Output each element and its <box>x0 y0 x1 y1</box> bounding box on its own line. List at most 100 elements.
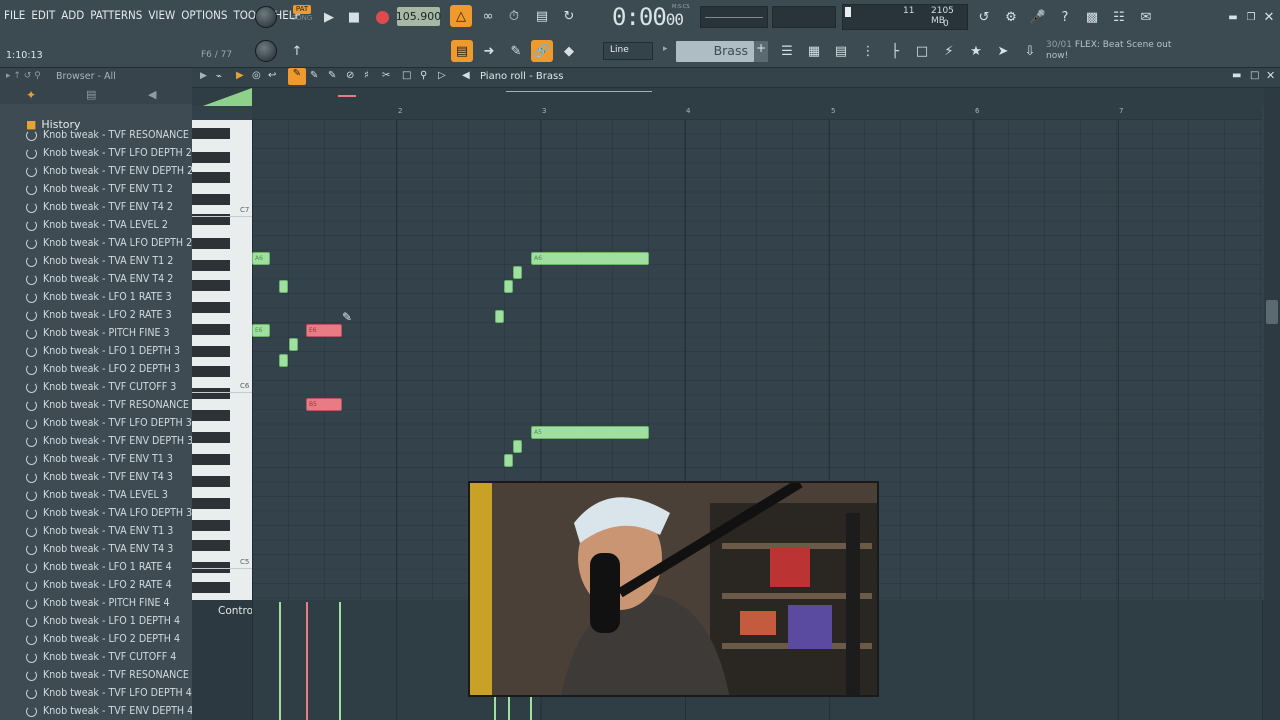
midi-note[interactable] <box>504 454 513 467</box>
history-item[interactable]: Knob tweak - LFO 2 DEPTH 3 <box>26 360 180 378</box>
history-item[interactable]: Knob tweak - TVA ENV T1 3 <box>26 522 173 540</box>
channel-selector[interactable]: Brass <box>676 41 754 62</box>
loop-icon[interactable]: ↩ <box>268 70 276 81</box>
history-item[interactable]: Knob tweak - TVA ENV T4 2 <box>26 270 173 288</box>
close-icon[interactable]: ✕ <box>1258 6 1280 28</box>
menu-patterns[interactable]: PATTERNS <box>90 8 142 26</box>
overview-strip[interactable] <box>192 88 1280 106</box>
pencil-icon[interactable]: ✎ <box>505 40 527 62</box>
history-item[interactable]: Knob tweak - LFO 1 DEPTH 3 <box>26 342 180 360</box>
black-key[interactable] <box>192 238 230 249</box>
metronome-icon[interactable]: △ <box>450 5 472 27</box>
black-key[interactable] <box>192 582 230 593</box>
help-icon[interactable]: ? <box>1054 6 1076 28</box>
loop-record-icon[interactable]: ↻ <box>558 5 580 27</box>
channel-add-button[interactable]: + <box>754 41 768 62</box>
black-key[interactable] <box>192 324 230 335</box>
velocity-bar[interactable] <box>508 696 510 720</box>
delete-tool-icon[interactable]: ⊘ <box>346 70 354 81</box>
zoom-tool-icon[interactable]: ⚲ <box>420 70 427 81</box>
history-item[interactable]: Knob tweak - LFO 1 RATE 4 <box>26 558 172 576</box>
black-key[interactable] <box>192 454 230 465</box>
black-key[interactable] <box>192 152 230 163</box>
menu-add[interactable]: ADD <box>61 8 84 26</box>
midi-note[interactable] <box>279 280 288 293</box>
mixer-faders-icon[interactable]: ⋮ <box>857 40 879 62</box>
history-item[interactable]: Knob tweak - LFO 2 RATE 3 <box>26 306 172 324</box>
pr-maximize-icon[interactable]: □ <box>1250 70 1259 81</box>
magnet-icon[interactable]: ⌁ <box>216 71 222 82</box>
black-key[interactable] <box>192 260 230 271</box>
black-key[interactable] <box>192 366 230 377</box>
black-key[interactable] <box>192 280 230 291</box>
history-item[interactable]: Knob tweak - TVA ENV T1 2 <box>26 252 173 270</box>
wait-input-icon[interactable]: ∞ <box>477 5 499 27</box>
mixer-icon[interactable]: ☰ <box>776 40 798 62</box>
pat-song-toggle[interactable]: PAT SONG <box>288 5 316 29</box>
control-label[interactable]: Control <box>218 605 256 617</box>
velocity-bar[interactable] <box>339 602 341 720</box>
slice-tool-icon[interactable]: ✂ <box>382 70 390 81</box>
black-key[interactable] <box>192 498 230 509</box>
black-key[interactable] <box>192 520 230 531</box>
menu-options[interactable]: OPTIONS <box>181 8 227 26</box>
play-pattern-icon[interactable]: ▶ <box>236 70 244 81</box>
history-item[interactable]: Knob tweak - TVF RESONANCE 4 <box>26 666 198 684</box>
tools-icon[interactable]: ⚙ <box>1000 6 1022 28</box>
history-item[interactable]: Knob tweak - TVF LFO DEPTH 2 <box>26 144 192 162</box>
black-key[interactable] <box>192 540 230 551</box>
black-key[interactable] <box>192 432 230 443</box>
history-item[interactable]: Knob tweak - TVA LEVEL 2 <box>26 216 168 234</box>
file-icon[interactable]: □ <box>911 40 933 62</box>
menu-edit[interactable]: EDIT <box>31 8 55 26</box>
history-item[interactable]: Knob tweak - TVF LFO DEPTH 3 <box>26 414 192 432</box>
midi-note[interactable]: E6 <box>306 324 342 337</box>
plug-icon[interactable]: ⚡ <box>938 40 960 62</box>
velocity-bar[interactable] <box>306 602 308 720</box>
history-item[interactable]: Knob tweak - TVF ENV T1 2 <box>26 180 173 198</box>
countdown-icon[interactable]: ⏱ <box>503 5 525 27</box>
channel-rack-icon[interactable]: ▦ <box>803 40 825 62</box>
history-item[interactable]: Knob tweak - TVF ENV T4 3 <box>26 468 173 486</box>
midi-note[interactable]: B5 <box>306 398 342 411</box>
mute-tool-icon[interactable]: ♯ <box>364 70 369 81</box>
step-edit-icon[interactable]: ▤ <box>531 5 553 27</box>
black-key[interactable] <box>192 302 230 313</box>
history-item[interactable]: Knob tweak - PITCH FINE 4 <box>26 594 170 612</box>
master-pitch-knob[interactable] <box>255 40 277 62</box>
play-icon[interactable]: ▶ <box>318 6 340 28</box>
snap-select[interactable]: Line <box>603 42 653 60</box>
plugin-icon[interactable]: ☷ <box>1108 6 1130 28</box>
paint-tool-2-icon[interactable]: ✎ <box>328 70 336 81</box>
history-item[interactable]: Knob tweak - TVF CUTOFF 4 <box>26 648 176 666</box>
history-item[interactable]: Knob tweak - TVF RESONANCE 3 <box>26 396 198 414</box>
history-item[interactable]: Knob tweak - TVF ENV DEPTH 3 <box>26 432 193 450</box>
history-item[interactable]: Knob tweak - TVF ENV T4 2 <box>26 198 173 216</box>
pointer-icon[interactable]: ↑ <box>286 40 308 62</box>
midi-note[interactable]: A6 <box>252 252 270 265</box>
browser-star-icon[interactable]: ✦ <box>26 88 36 102</box>
black-key[interactable] <box>192 410 230 421</box>
routing-icon[interactable]: ├ <box>884 40 906 62</box>
playlist-icon[interactable]: ▤ <box>830 40 852 62</box>
midi-note[interactable] <box>495 310 504 323</box>
paint-tool-icon[interactable]: ✎ <box>310 70 318 81</box>
stamp-icon[interactable]: ◆ <box>558 40 580 62</box>
midi-note[interactable] <box>279 354 288 367</box>
midi-note[interactable] <box>504 280 513 293</box>
wizard-icon[interactable]: ★ <box>965 40 987 62</box>
velocity-bar[interactable] <box>279 602 281 720</box>
pr-minimize-icon[interactable]: ▬ <box>1232 70 1241 81</box>
history-item[interactable]: Knob tweak - TVF ENV DEPTH 4 <box>26 702 193 720</box>
history-item[interactable]: Knob tweak - LFO 1 DEPTH 4 <box>26 612 180 630</box>
menu-view[interactable]: VIEW <box>148 8 175 26</box>
time-ruler[interactable]: 2 3 4 5 6 7 <box>252 106 1262 120</box>
black-key[interactable] <box>192 128 230 139</box>
tempo-display[interactable]: 105.900 <box>396 7 441 26</box>
chat-icon[interactable]: ✉ <box>1135 6 1157 28</box>
save-icon[interactable]: ▩ <box>1081 6 1103 28</box>
record-icon[interactable] <box>371 6 393 28</box>
channel-prev-icon[interactable]: ▸ <box>663 44 671 58</box>
history-item[interactable]: Knob tweak - TVF ENV DEPTH 2 <box>26 162 193 180</box>
history-item[interactable]: Knob tweak - TVF CUTOFF 3 <box>26 378 176 396</box>
